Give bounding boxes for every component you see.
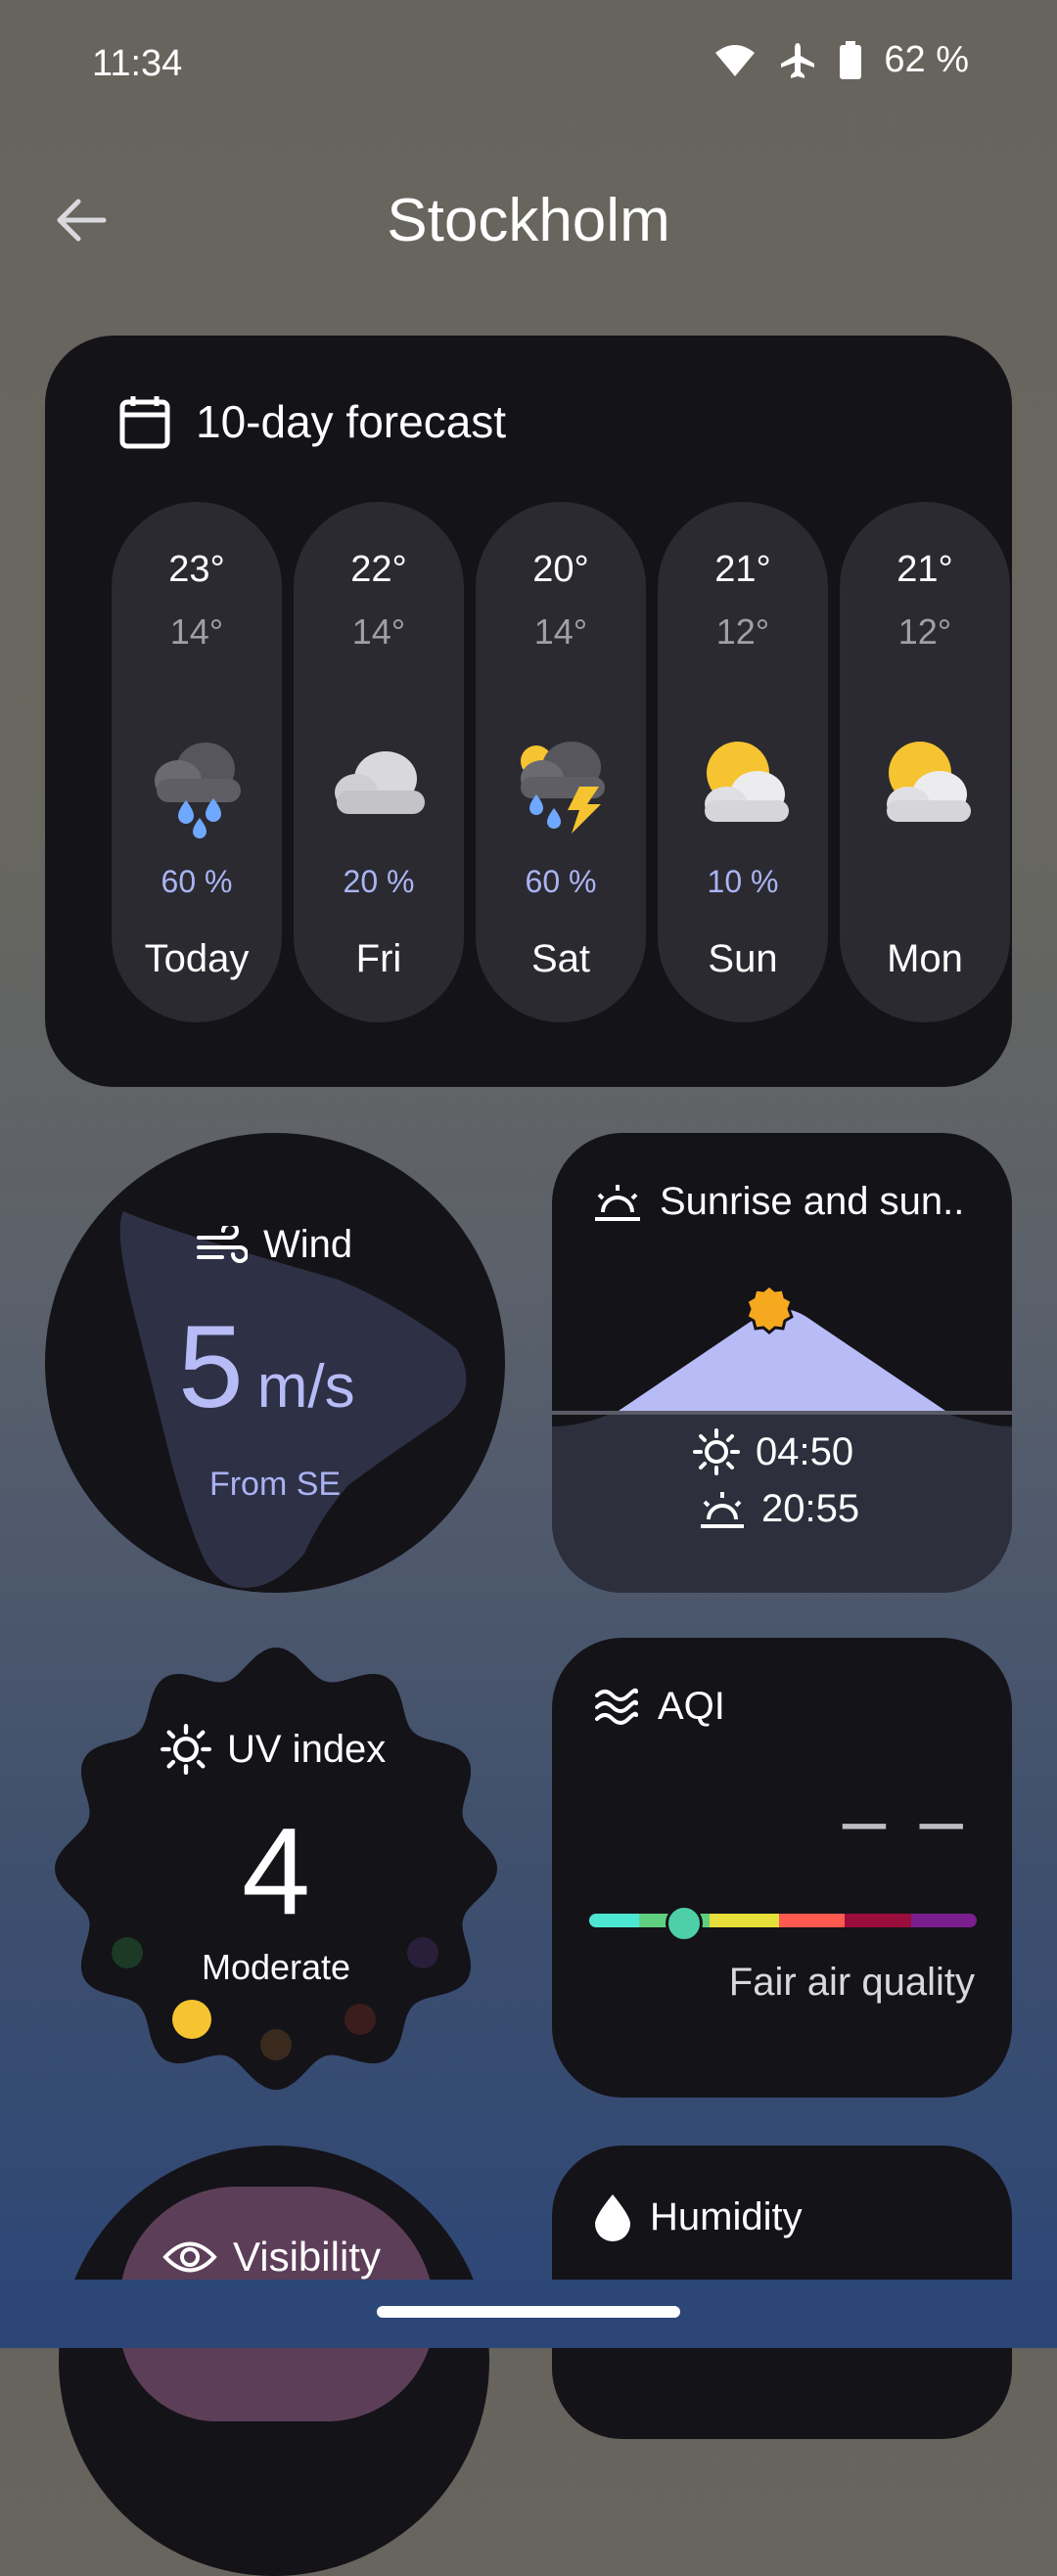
visibility-label: Visibility	[162, 2234, 381, 2281]
uv-label: UV index	[161, 1724, 386, 1775]
aqi-indicator	[666, 1905, 703, 1942]
forecast-day[interactable]: 20° 14° 60 % Sat	[476, 502, 646, 1022]
precip-chance: 10 %	[707, 864, 779, 899]
forecast-title: 10-day forecast	[196, 396, 507, 447]
uv-value: 4	[241, 1802, 311, 1940]
battery-icon	[840, 40, 862, 79]
humidity-title: Humidity	[650, 2194, 803, 2238]
low-temp: 12°	[897, 611, 952, 652]
status-bar: 11:34 62 %	[0, 0, 1057, 127]
high-temp: 22°	[350, 549, 407, 590]
day-name: Fri	[355, 937, 402, 980]
top-app-bar: Stockholm	[0, 166, 1057, 274]
eye-icon	[162, 2241, 217, 2273]
calendar-icon	[119, 396, 170, 449]
precip-chance: 20 %	[343, 864, 415, 899]
low-temp: 12°	[715, 611, 770, 652]
sunset-time: 20:55	[761, 1487, 860, 1530]
aqi-label: AQI	[593, 1685, 725, 1729]
status-icons: 62 %	[713, 39, 969, 81]
wind-card[interactable]: Wind 5 m/s From SE	[45, 1133, 505, 1593]
forecast-day[interactable]: 22° 14° 20 % Fri	[294, 502, 464, 1022]
sunrise-sunset-card[interactable]: Sunrise and sun.. 04:50 20:55	[552, 1133, 1012, 1593]
low-temp: 14°	[169, 611, 224, 652]
rain-cloud-icon	[155, 743, 241, 838]
sun-icon	[693, 1428, 740, 1475]
day-name: Today	[144, 937, 250, 980]
battery-percent: 62 %	[884, 39, 969, 80]
sunset-row: 20:55	[699, 1487, 859, 1531]
day-name: Mon	[887, 937, 963, 980]
forecast-header: 10-day forecast	[119, 394, 506, 449]
high-temp: 21°	[896, 549, 953, 590]
air-waves-icon	[595, 1688, 638, 1725]
forecast-day[interactable]: 23° 14° 60 % Today	[112, 502, 282, 1022]
wind-icon	[197, 1225, 248, 1263]
humidity-label: Humidity	[593, 2192, 803, 2241]
aqi-card[interactable]: AQI – – Fair air quality	[552, 1638, 1012, 2098]
sunrise-time: 04:50	[756, 1429, 854, 1473]
page-title: Stockholm	[387, 187, 670, 254]
low-temp: 14°	[351, 611, 406, 652]
forecast-day[interactable]: 21° 12° Mon	[840, 502, 1010, 1022]
aqi-value: – –	[842, 1776, 969, 1863]
visibility-card[interactable]: Visibility	[59, 2146, 489, 2576]
aqi-description: Fair air quality	[728, 1961, 975, 2004]
high-temp: 23°	[168, 549, 225, 590]
high-temp: 20°	[532, 549, 589, 590]
precip-chance: 60 %	[525, 864, 597, 899]
sunset-icon	[701, 1491, 744, 1528]
sun-position-icon	[745, 1284, 794, 1334]
sunrise-row: 04:50	[693, 1428, 853, 1475]
wind-label: Wind	[197, 1223, 352, 1267]
uv-description: Moderate	[201, 1947, 351, 1987]
forecast-day[interactable]: 21° 12° 10 % Sun	[658, 502, 828, 1022]
visibility-title: Visibility	[233, 2234, 381, 2280]
status-time: 11:34	[92, 43, 183, 84]
wind-direction: From SE	[208, 1466, 342, 1503]
aqi-scale-bar	[589, 1914, 977, 1927]
day-name: Sat	[530, 937, 591, 980]
water-drop-icon	[595, 2194, 630, 2241]
partly-cloudy-icon	[705, 742, 789, 822]
low-temp: 14°	[533, 611, 588, 652]
high-temp: 21°	[714, 549, 771, 590]
wind-speed-value: 5	[178, 1301, 244, 1432]
airplane-icon	[781, 42, 815, 78]
wind-speed-unit: m/s	[256, 1353, 355, 1421]
wind-speed: 5 m/s	[178, 1299, 355, 1434]
uv-index-card[interactable]: UV index 4 Moderate	[51, 1644, 501, 2094]
day-name: Sun	[708, 937, 778, 980]
wind-title: Wind	[263, 1223, 353, 1266]
wifi-icon	[715, 44, 756, 76]
precip-chance: 60 %	[161, 864, 233, 899]
cloud-icon	[335, 751, 425, 814]
sun-icon	[161, 1724, 211, 1775]
aqi-title: AQI	[658, 1685, 725, 1728]
forecast-card[interactable]: 10-day forecast 23° 14° 60 % Today 22° 1…	[45, 336, 1012, 1087]
thunderstorm-icon	[521, 742, 605, 834]
home-gesture-handle[interactable]	[377, 2306, 680, 2318]
uv-title: UV index	[227, 1727, 387, 1771]
partly-cloudy-icon	[887, 742, 971, 822]
